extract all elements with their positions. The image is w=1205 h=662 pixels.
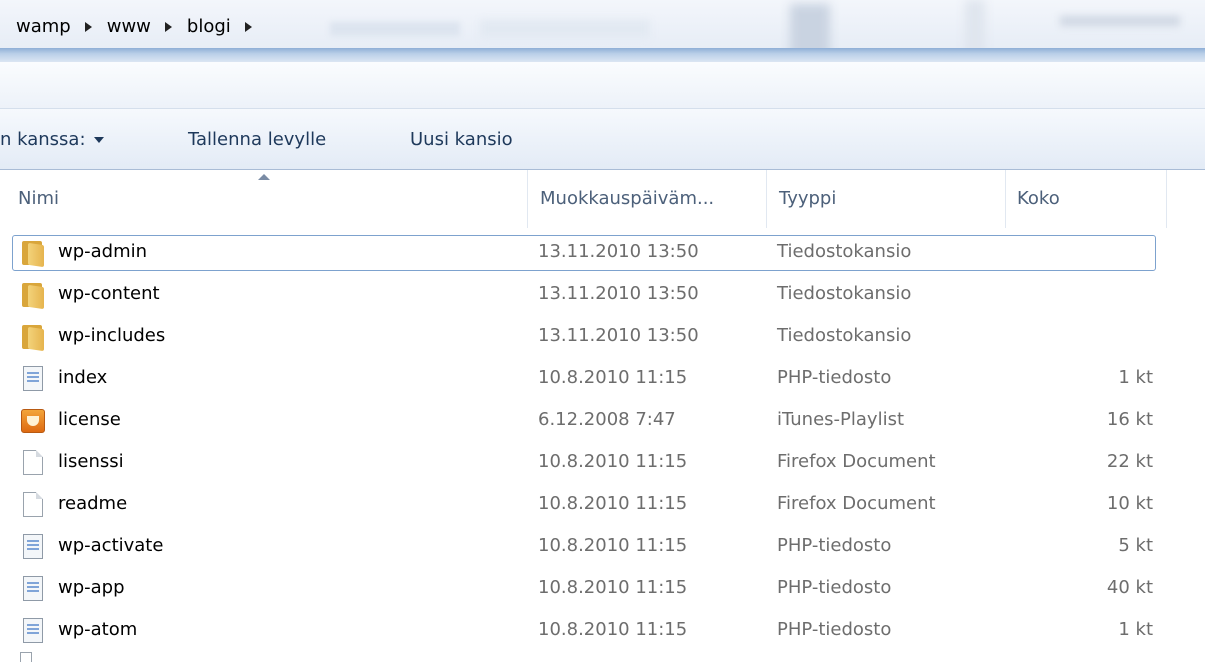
column-header-type[interactable]: Tyyppi xyxy=(779,188,836,209)
file-type: PHP-tiedosto xyxy=(777,535,892,556)
file-type: PHP-tiedosto xyxy=(777,619,892,640)
window-frame-divider xyxy=(0,48,1205,62)
file-row[interactable]: wp-app 10.8.2010 11:15 PHP-tiedosto 40 k… xyxy=(0,569,1205,611)
folder-icon xyxy=(20,323,46,352)
itunes-playlist-icon xyxy=(20,407,46,435)
file-name: wp-includes xyxy=(58,325,166,346)
file-size: 40 kt xyxy=(1106,577,1153,598)
file-name: index xyxy=(58,367,108,388)
blurred-area xyxy=(965,0,985,48)
php-file-icon xyxy=(20,365,46,393)
breadcrumb-arrow-icon[interactable] xyxy=(164,21,172,32)
file-date: 10.8.2010 11:15 xyxy=(538,367,688,388)
column-header-date[interactable]: Muokkauspäiväm... xyxy=(540,188,714,209)
file-date: 10.8.2010 11:15 xyxy=(538,535,688,556)
file-name: license xyxy=(58,409,121,430)
breadcrumb-arrow-icon[interactable] xyxy=(84,21,92,32)
php-file-icon xyxy=(20,575,46,603)
folder-icon xyxy=(20,281,46,310)
share-with-label: n kanssa: xyxy=(0,129,86,150)
column-divider[interactable] xyxy=(766,170,767,228)
file-row[interactable]: wp-content 13.11.2010 13:50 Tiedostokans… xyxy=(0,275,1205,317)
file-type: Tiedostokansio xyxy=(777,241,912,262)
breadcrumb-item-blogi[interactable]: blogi xyxy=(185,16,233,37)
command-bar: n kanssa: Tallenna levylle Uusi kansio xyxy=(0,109,1205,170)
blurred-area xyxy=(790,4,830,48)
file-type: Firefox Document xyxy=(777,451,936,472)
file-size: 1 kt xyxy=(1118,367,1153,388)
breadcrumb[interactable]: wamp www blogi xyxy=(14,16,265,37)
file-row[interactable]: license 6.12.2008 7:47 iTunes-Playlist 1… xyxy=(0,401,1205,443)
file-size: 5 kt xyxy=(1118,535,1153,556)
file-name: wp-admin xyxy=(58,241,148,262)
column-divider[interactable] xyxy=(527,170,528,228)
column-header-size[interactable]: Koko xyxy=(1017,188,1060,209)
file-row[interactable]: wp-activate 10.8.2010 11:15 PHP-tiedosto… xyxy=(0,527,1205,569)
new-folder-button[interactable]: Uusi kansio xyxy=(410,129,513,150)
file-type: Tiedostokansio xyxy=(777,283,912,304)
file-row[interactable]: wp-admin 13.11.2010 13:50 Tiedostokansio xyxy=(0,233,1205,275)
file-date: 13.11.2010 13:50 xyxy=(538,283,699,304)
file-date: 10.8.2010 11:15 xyxy=(538,451,688,472)
file-row[interactable]: wp-atom 10.8.2010 11:15 PHP-tiedosto 1 k… xyxy=(0,611,1205,653)
file-row[interactable]: lisenssi 10.8.2010 11:15 Firefox Documen… xyxy=(0,443,1205,485)
file-row[interactable]: wp-includes 13.11.2010 13:50 Tiedostokan… xyxy=(0,317,1205,359)
file-name: wp-content xyxy=(58,283,160,304)
breadcrumb-arrow-icon[interactable] xyxy=(244,21,252,32)
column-header-row: Nimi Muokkauspäiväm... Tyyppi Koko xyxy=(0,170,1205,228)
share-with-button[interactable]: n kanssa: xyxy=(0,129,104,150)
file-row[interactable]: readme 10.8.2010 11:15 Firefox Document … xyxy=(0,485,1205,527)
file-type: Tiedostokansio xyxy=(777,325,912,346)
file-type: PHP-tiedosto xyxy=(777,577,892,598)
breadcrumb-item-wamp[interactable]: wamp xyxy=(14,16,73,37)
document-icon xyxy=(20,449,46,477)
file-size: 22 kt xyxy=(1106,451,1153,472)
sort-ascending-icon xyxy=(258,174,270,180)
folder-icon xyxy=(20,239,46,268)
address-bar[interactable]: wamp www blogi xyxy=(0,0,1205,48)
blurred-area xyxy=(330,22,460,36)
php-file-icon xyxy=(20,617,46,645)
file-date: 6.12.2008 7:47 xyxy=(538,409,676,430)
file-size: 1 kt xyxy=(1118,619,1153,640)
column-divider[interactable] xyxy=(1005,170,1006,228)
file-type: iTunes-Playlist xyxy=(777,409,905,430)
file-type: Firefox Document xyxy=(777,493,936,514)
file-size: 10 kt xyxy=(1106,493,1153,514)
breadcrumb-item-www[interactable]: www xyxy=(105,16,153,37)
column-divider[interactable] xyxy=(1166,170,1167,228)
blurred-area xyxy=(1060,16,1180,26)
file-name: lisenssi xyxy=(58,451,124,472)
file-date: 13.11.2010 13:50 xyxy=(538,241,699,262)
burn-button[interactable]: Tallenna levylle xyxy=(188,129,326,150)
chevron-down-icon xyxy=(93,137,104,143)
php-file-icon xyxy=(20,533,46,561)
file-name: wp-atom xyxy=(58,619,138,640)
file-name: wp-activate xyxy=(58,535,164,556)
menu-band xyxy=(0,62,1205,109)
blurred-area xyxy=(480,20,650,38)
file-date: 13.11.2010 13:50 xyxy=(538,325,699,346)
file-size: 16 kt xyxy=(1106,409,1153,430)
file-type: PHP-tiedosto xyxy=(777,367,892,388)
file-name: wp-app xyxy=(58,577,125,598)
file-date: 10.8.2010 11:15 xyxy=(538,493,688,514)
file-row[interactable]: index 10.8.2010 11:15 PHP-tiedosto 1 kt xyxy=(0,359,1205,401)
file-date: 10.8.2010 11:15 xyxy=(538,619,688,640)
file-name: readme xyxy=(58,493,128,514)
file-date: 10.8.2010 11:15 xyxy=(538,577,688,598)
column-header-name[interactable]: Nimi xyxy=(18,188,59,209)
document-icon xyxy=(20,491,46,519)
